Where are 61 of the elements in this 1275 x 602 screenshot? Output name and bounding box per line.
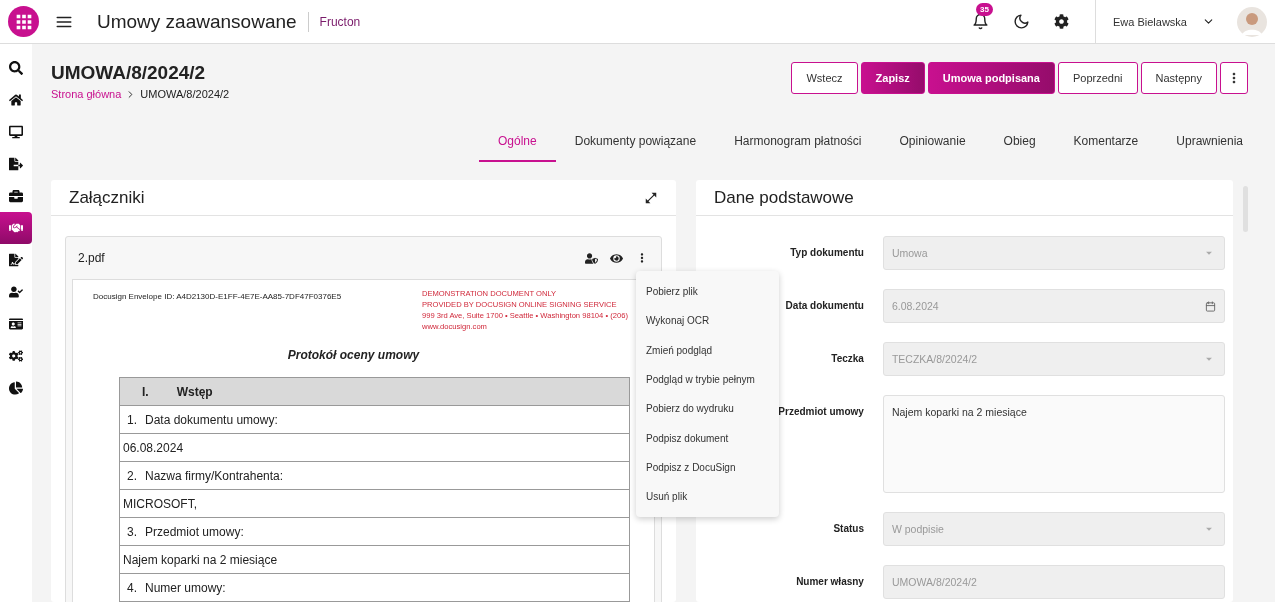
section-title: Wstęp — [176, 384, 213, 399]
more-button[interactable] — [1220, 62, 1248, 94]
menu-item[interactable]: Zmień podgląd — [636, 335, 779, 365]
tab[interactable]: Harmonogram płatności — [715, 127, 881, 162]
file-name: 2.pdf — [78, 251, 105, 265]
field-label: Teczka — [831, 353, 864, 364]
tab[interactable]: Komentarze — [1054, 127, 1158, 162]
moon-icon[interactable] — [1013, 13, 1030, 30]
user-shield-icon[interactable] — [584, 251, 598, 265]
text-area[interactable]: Najem koparki na 2 miesiące — [882, 395, 1225, 493]
menu-item[interactable]: Usuń plik — [636, 482, 779, 512]
settings-icon[interactable] — [1054, 14, 1069, 29]
tab[interactable]: Opiniowanie — [880, 127, 985, 162]
tab[interactable]: Dokumenty powiązane — [555, 127, 716, 162]
action-button[interactable]: Następny — [1140, 62, 1217, 94]
document-text: MICROSOFT, — [123, 496, 197, 511]
company-name: Fructon — [319, 14, 361, 29]
calendar-icon[interactable] — [1204, 300, 1216, 312]
action-button[interactable]: Poprzedni — [1057, 62, 1138, 94]
menu-item[interactable]: Wykonaj OCR — [636, 306, 779, 336]
row-number: 3. — [127, 524, 137, 539]
menu-item[interactable]: Podgląd w trybie pełnym — [636, 364, 779, 395]
field-label: Data dokumentu — [785, 300, 864, 311]
handshake-icon[interactable] — [0, 212, 32, 244]
action-button[interactable]: Wstecz — [791, 62, 858, 94]
notifications-icon[interactable] — [972, 13, 989, 30]
app-title: Umowy zaawansowane — [97, 11, 309, 32]
tab[interactable]: Obieg — [984, 127, 1055, 162]
field-label: Przedmiot umowy — [778, 406, 864, 417]
field-label: Numer własny — [796, 576, 864, 587]
section-number: I. — [142, 384, 149, 399]
document-text: Nazwa firmy/Kontrahenta: — [145, 468, 284, 483]
notification-badge: 35 — [976, 3, 993, 16]
action-button[interactable]: Zapisz — [860, 62, 925, 94]
field-label: Status — [833, 523, 864, 534]
menu-item[interactable]: Podpisz z DocuSign — [636, 452, 779, 483]
breadcrumb-current: UMOWA/8/2024/2 — [140, 88, 230, 100]
apps-button[interactable] — [8, 6, 39, 37]
expand-icon[interactable] — [643, 190, 658, 205]
menu-item[interactable]: Podpisz dokument — [636, 423, 779, 453]
document-text: Najem koparki na 2 miesiące — [123, 552, 278, 567]
row-number: 4. — [127, 580, 137, 595]
envelope-id: Docusign Envelope ID: A4D2130D-E1FF-4E7E-AA85-7DF47F0376E5 — [93, 291, 342, 303]
document-text: Data dokumentu umowy: — [145, 412, 278, 427]
action-button[interactable]: Umowa podpisana — [927, 62, 1055, 94]
eye-icon[interactable] — [609, 251, 623, 265]
tab[interactable]: Uprawnienia — [1157, 127, 1262, 162]
page-title: UMOWA/8/2024/2 — [51, 62, 207, 84]
menu-item[interactable]: Pobierz do wydruku — [636, 394, 779, 424]
document-text: Przedmiot umowy: — [145, 524, 244, 539]
breadcrumb-link[interactable]: Strona główna — [51, 88, 122, 100]
document-text: Numer umowy: — [145, 580, 226, 595]
user-name[interactable]: Ewa Bielawska — [1113, 15, 1187, 28]
panel-title: Dane podstawowe — [713, 187, 854, 208]
tab[interactable]: Ogólne — [479, 127, 556, 162]
panel-title: Załączniki — [69, 187, 145, 208]
document-text: 06.08.2024 — [123, 440, 184, 455]
row-number: 1. — [127, 412, 137, 427]
row-number: 2. — [127, 468, 137, 483]
field-label: Typ dokumentu — [790, 247, 864, 258]
menu-item[interactable]: Pobierz plik — [636, 277, 779, 307]
